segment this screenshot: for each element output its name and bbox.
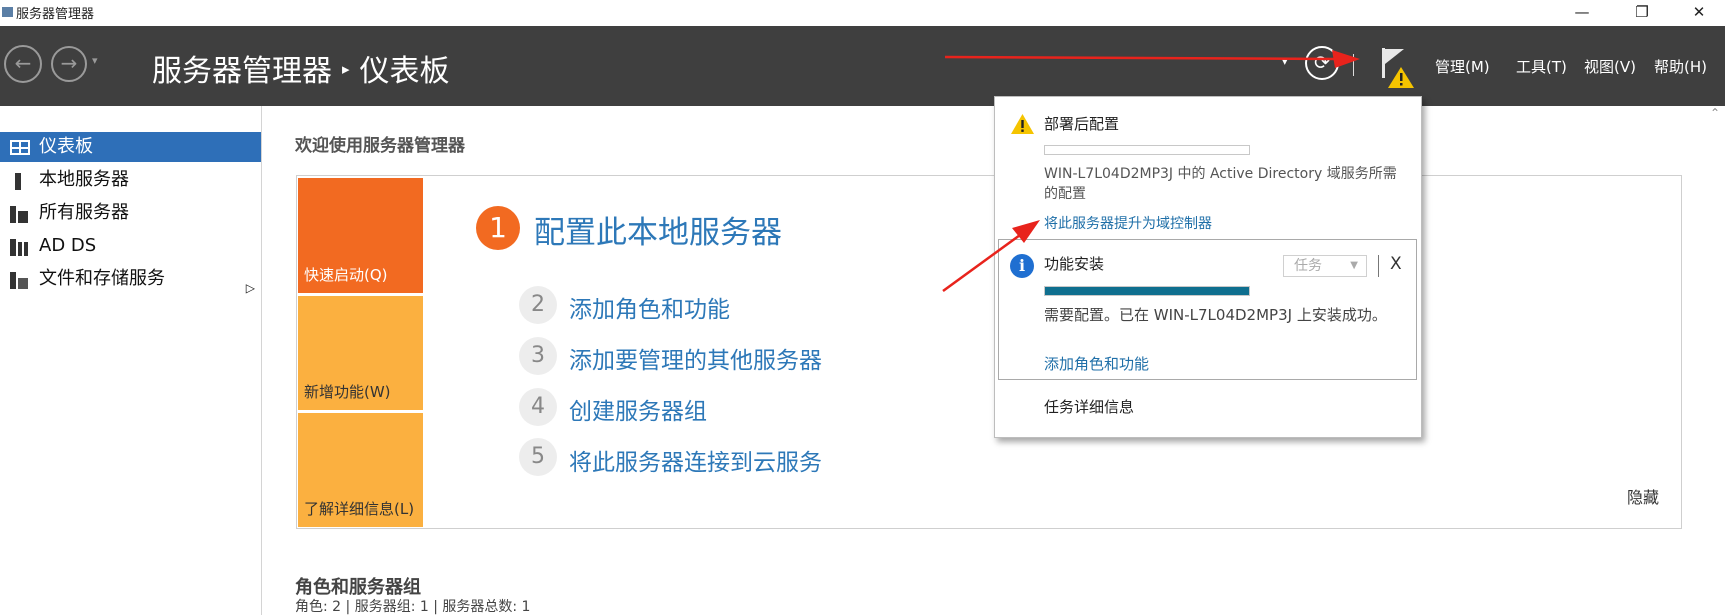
- tile-label: 快速启动(Q): [304, 266, 388, 284]
- notification-flag-icon[interactable]: [1380, 46, 1414, 88]
- progress-fill: [1045, 287, 1249, 295]
- history-dropdown-icon[interactable]: ▾: [92, 54, 98, 67]
- chevron-down-icon: ▼: [1350, 260, 1358, 271]
- promote-domain-controller-link[interactable]: 将此服务器提升为域控制器: [1044, 213, 1212, 233]
- server-icon: [15, 173, 21, 190]
- notification-description-deployment: WIN-L7L04D2MP3J 中的 Active Directory 域服务所…: [1044, 166, 1397, 202]
- sidebar: 仪表板 本地服务器 所有服务器 AD DS 文件和存储服务 ▷: [0, 106, 262, 615]
- sidebar-item-label: 仪表板: [39, 136, 93, 157]
- header-bar: ← → ▾ 服务器管理器 ▸ 仪表板 ▾ ⟳ 管理(M) 工具(T) 视图(V) 帮…: [0, 26, 1725, 106]
- server-manager-app-icon: [2, 7, 13, 17]
- restore-button[interactable]: ❐: [1615, 0, 1669, 26]
- sidebar-item-label: 本地服务器: [39, 169, 129, 190]
- storage-icon: [10, 272, 28, 289]
- refresh-button[interactable]: ⟳: [1305, 46, 1339, 80]
- close-window-button[interactable]: ✕: [1672, 0, 1725, 26]
- breadcrumb-separator-icon: ▸: [342, 59, 350, 78]
- ad-ds-icon: [10, 239, 28, 256]
- step-create-group-link[interactable]: 创建服务器组: [569, 392, 707, 426]
- tile-learn-more[interactable]: 了解详细信息(L): [298, 413, 423, 527]
- back-arrow-icon: ←: [14, 51, 32, 75]
- hide-link[interactable]: 隐藏: [1627, 484, 1659, 508]
- step-number: 1: [476, 206, 520, 250]
- info-icon: i: [1010, 254, 1034, 278]
- task-dropdown-label: 任务: [1294, 258, 1322, 274]
- refresh-dropdown-icon[interactable]: ▾: [1282, 55, 1288, 68]
- step-connect-cloud-link[interactable]: 将此服务器连接到云服务: [569, 443, 822, 477]
- sidebar-item-ad-ds[interactable]: AD DS: [0, 231, 261, 261]
- sidebar-item-label: 所有服务器: [39, 202, 129, 223]
- roles-stats: 角色: 2 | 服务器组: 1 | 服务器总数: 1: [295, 599, 531, 615]
- step-number: 3: [519, 337, 557, 375]
- notification-title-feature-install: 功能安装: [1044, 255, 1105, 273]
- breadcrumb-app[interactable]: 服务器管理器: [152, 54, 332, 89]
- dashboard-icon: [10, 140, 30, 155]
- close-notification-button[interactable]: X: [1390, 254, 1402, 274]
- sidebar-item-all-servers[interactable]: 所有服务器: [0, 198, 261, 228]
- forward-arrow-icon: →: [60, 51, 78, 75]
- back-button[interactable]: ←: [4, 45, 42, 83]
- menu-manage[interactable]: 管理(M): [1435, 56, 1490, 77]
- notification-divider: [1378, 255, 1379, 277]
- header-divider: [1353, 54, 1354, 76]
- notification-description-feature-install: 需要配置。已在 WIN-L7L04D2MP3J 上安装成功。: [1044, 306, 1387, 324]
- sidebar-item-dashboard[interactable]: 仪表板: [0, 132, 261, 162]
- deployment-progress-bar: [1044, 145, 1250, 155]
- tile-whats-new[interactable]: 新增功能(W): [298, 296, 423, 410]
- menu-tools[interactable]: 工具(T): [1516, 56, 1567, 77]
- tile-label: 了解详细信息(L): [304, 500, 415, 518]
- sidebar-item-local-server[interactable]: 本地服务器: [0, 165, 261, 195]
- tile-quick-start[interactable]: 快速启动(Q): [298, 178, 423, 293]
- task-details-link[interactable]: 任务详细信息: [1044, 396, 1134, 417]
- step-number: 5: [519, 438, 557, 476]
- feature-install-progress-bar: [1044, 286, 1250, 296]
- notification-title-deployment: 部署后配置: [1044, 115, 1120, 133]
- window-title: 服务器管理器: [16, 7, 95, 22]
- step-number: 4: [519, 388, 557, 426]
- title-bar: 服务器管理器 — ❐ ✕: [0, 0, 1725, 26]
- scroll-up-icon[interactable]: ⌃: [1710, 106, 1720, 120]
- add-roles-features-link[interactable]: 添加角色和功能: [1044, 353, 1149, 374]
- sidebar-item-label: AD DS: [39, 235, 97, 256]
- task-dropdown[interactable]: 任务 ▼: [1283, 255, 1367, 277]
- warning-icon: [1011, 114, 1034, 134]
- sidebar-item-file-storage[interactable]: 文件和存储服务 ▷: [0, 264, 261, 295]
- menu-view[interactable]: 视图(V): [1584, 56, 1636, 77]
- sidebar-item-label: 文件和存储服务: [39, 268, 165, 289]
- welcome-heading: 欢迎使用服务器管理器: [295, 136, 465, 156]
- step-add-servers-link[interactable]: 添加要管理的其他服务器: [569, 341, 822, 375]
- step-number: 2: [519, 286, 557, 324]
- tile-label: 新增功能(W): [304, 383, 391, 401]
- refresh-icon: ⟳: [1314, 52, 1330, 74]
- step-add-roles-link[interactable]: 添加角色和功能: [569, 290, 730, 324]
- step-configure-local-server-link[interactable]: 配置此本地服务器: [534, 207, 782, 252]
- expand-arrow-icon[interactable]: ▷: [246, 273, 255, 303]
- minimize-button[interactable]: —: [1555, 0, 1609, 26]
- breadcrumb-page: 仪表板: [359, 54, 450, 89]
- servers-icon: [10, 206, 28, 223]
- breadcrumb: 服务器管理器 ▸ 仪表板: [152, 46, 450, 90]
- menu-help[interactable]: 帮助(H): [1654, 56, 1707, 77]
- forward-button[interactable]: →: [51, 46, 87, 82]
